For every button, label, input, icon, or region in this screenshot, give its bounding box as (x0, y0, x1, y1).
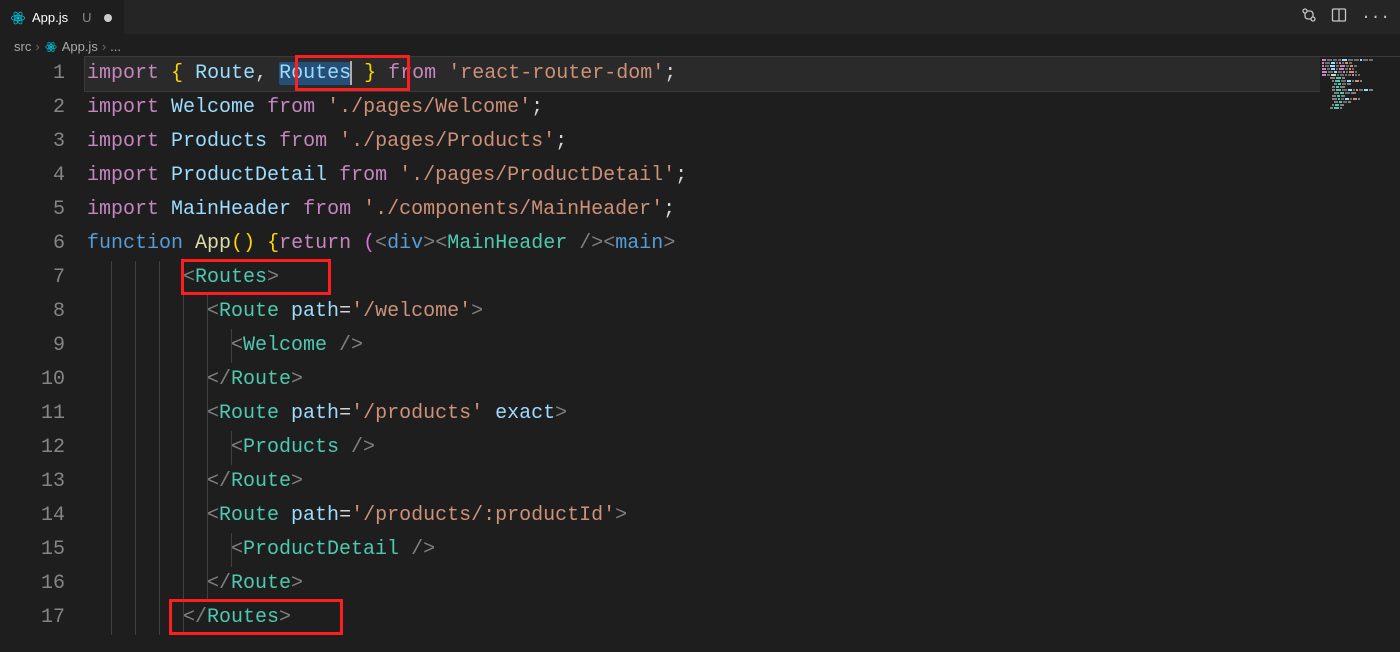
code-line[interactable]: <Products /> (85, 431, 1400, 465)
chevron-right-icon: › (102, 39, 106, 54)
breadcrumb-folder[interactable]: src (14, 39, 31, 54)
line-number[interactable]: 5 (0, 193, 65, 227)
line-number[interactable]: 16 (0, 567, 65, 601)
react-file-icon (44, 38, 58, 54)
line-number[interactable]: 1 (0, 57, 65, 91)
code-line[interactable]: </Route> (85, 363, 1400, 397)
code-line[interactable]: <Route path='/products/:productId'> (85, 499, 1400, 533)
code-line[interactable]: <ProductDetail /> (85, 533, 1400, 567)
split-editor-icon[interactable] (1331, 7, 1347, 28)
code-line[interactable]: import Welcome from './pages/Welcome'; (85, 91, 1400, 125)
chevron-right-icon: › (35, 39, 39, 54)
code-line[interactable]: <Routes> (85, 261, 1400, 295)
line-number[interactable]: 17 (0, 601, 65, 635)
code-editor[interactable]: import { Route, Routes } from 'react-rou… (85, 57, 1400, 652)
code-line[interactable]: </Route> (85, 567, 1400, 601)
code-line[interactable]: </Route> (85, 465, 1400, 499)
line-number[interactable]: 8 (0, 295, 65, 329)
line-number[interactable]: 3 (0, 125, 65, 159)
tab-filename: App.js (32, 10, 68, 25)
code-line[interactable]: import { Route, Routes } from 'react-rou… (85, 57, 1400, 91)
more-actions-icon[interactable]: ··· (1361, 9, 1390, 25)
line-number[interactable]: 12 (0, 431, 65, 465)
code-line[interactable]: import ProductDetail from './pages/Produ… (85, 159, 1400, 193)
tab-bar: App.js U ··· (0, 0, 1400, 35)
line-number[interactable]: 11 (0, 397, 65, 431)
editor-area: 1234567891011121314151617 import { Route… (0, 57, 1400, 652)
compare-changes-icon[interactable] (1301, 7, 1317, 28)
line-number[interactable]: 2 (0, 91, 65, 125)
code-line[interactable]: </Routes> (85, 601, 1400, 635)
line-number[interactable]: 4 (0, 159, 65, 193)
code-line[interactable]: function App() {return (<div><MainHeader… (85, 227, 1400, 261)
code-line[interactable]: import MainHeader from './components/Mai… (85, 193, 1400, 227)
minimap[interactable] (1320, 57, 1400, 652)
editor-title-actions: ··· (1301, 0, 1400, 34)
tab-app-js[interactable]: App.js U (0, 0, 124, 34)
line-number[interactable]: 15 (0, 533, 65, 567)
line-number[interactable]: 7 (0, 261, 65, 295)
breadcrumb[interactable]: src › App.js › ... (0, 35, 1400, 57)
breadcrumb-file[interactable]: App.js (62, 39, 98, 54)
line-number[interactable]: 13 (0, 465, 65, 499)
tab-git-status: U (82, 10, 91, 25)
breadcrumb-trail[interactable]: ... (110, 39, 121, 54)
line-number[interactable]: 10 (0, 363, 65, 397)
tab-dirty-indicator-icon (104, 14, 112, 22)
line-number[interactable]: 9 (0, 329, 65, 363)
code-line[interactable]: <Route path='/welcome'> (85, 295, 1400, 329)
react-file-icon (10, 10, 26, 26)
code-line[interactable]: import Products from './pages/Products'; (85, 125, 1400, 159)
line-number[interactable]: 6 (0, 227, 65, 261)
line-number-gutter[interactable]: 1234567891011121314151617 (0, 57, 85, 652)
code-line[interactable]: <Welcome /> (85, 329, 1400, 363)
code-line[interactable]: <Route path='/products' exact> (85, 397, 1400, 431)
line-number[interactable]: 14 (0, 499, 65, 533)
